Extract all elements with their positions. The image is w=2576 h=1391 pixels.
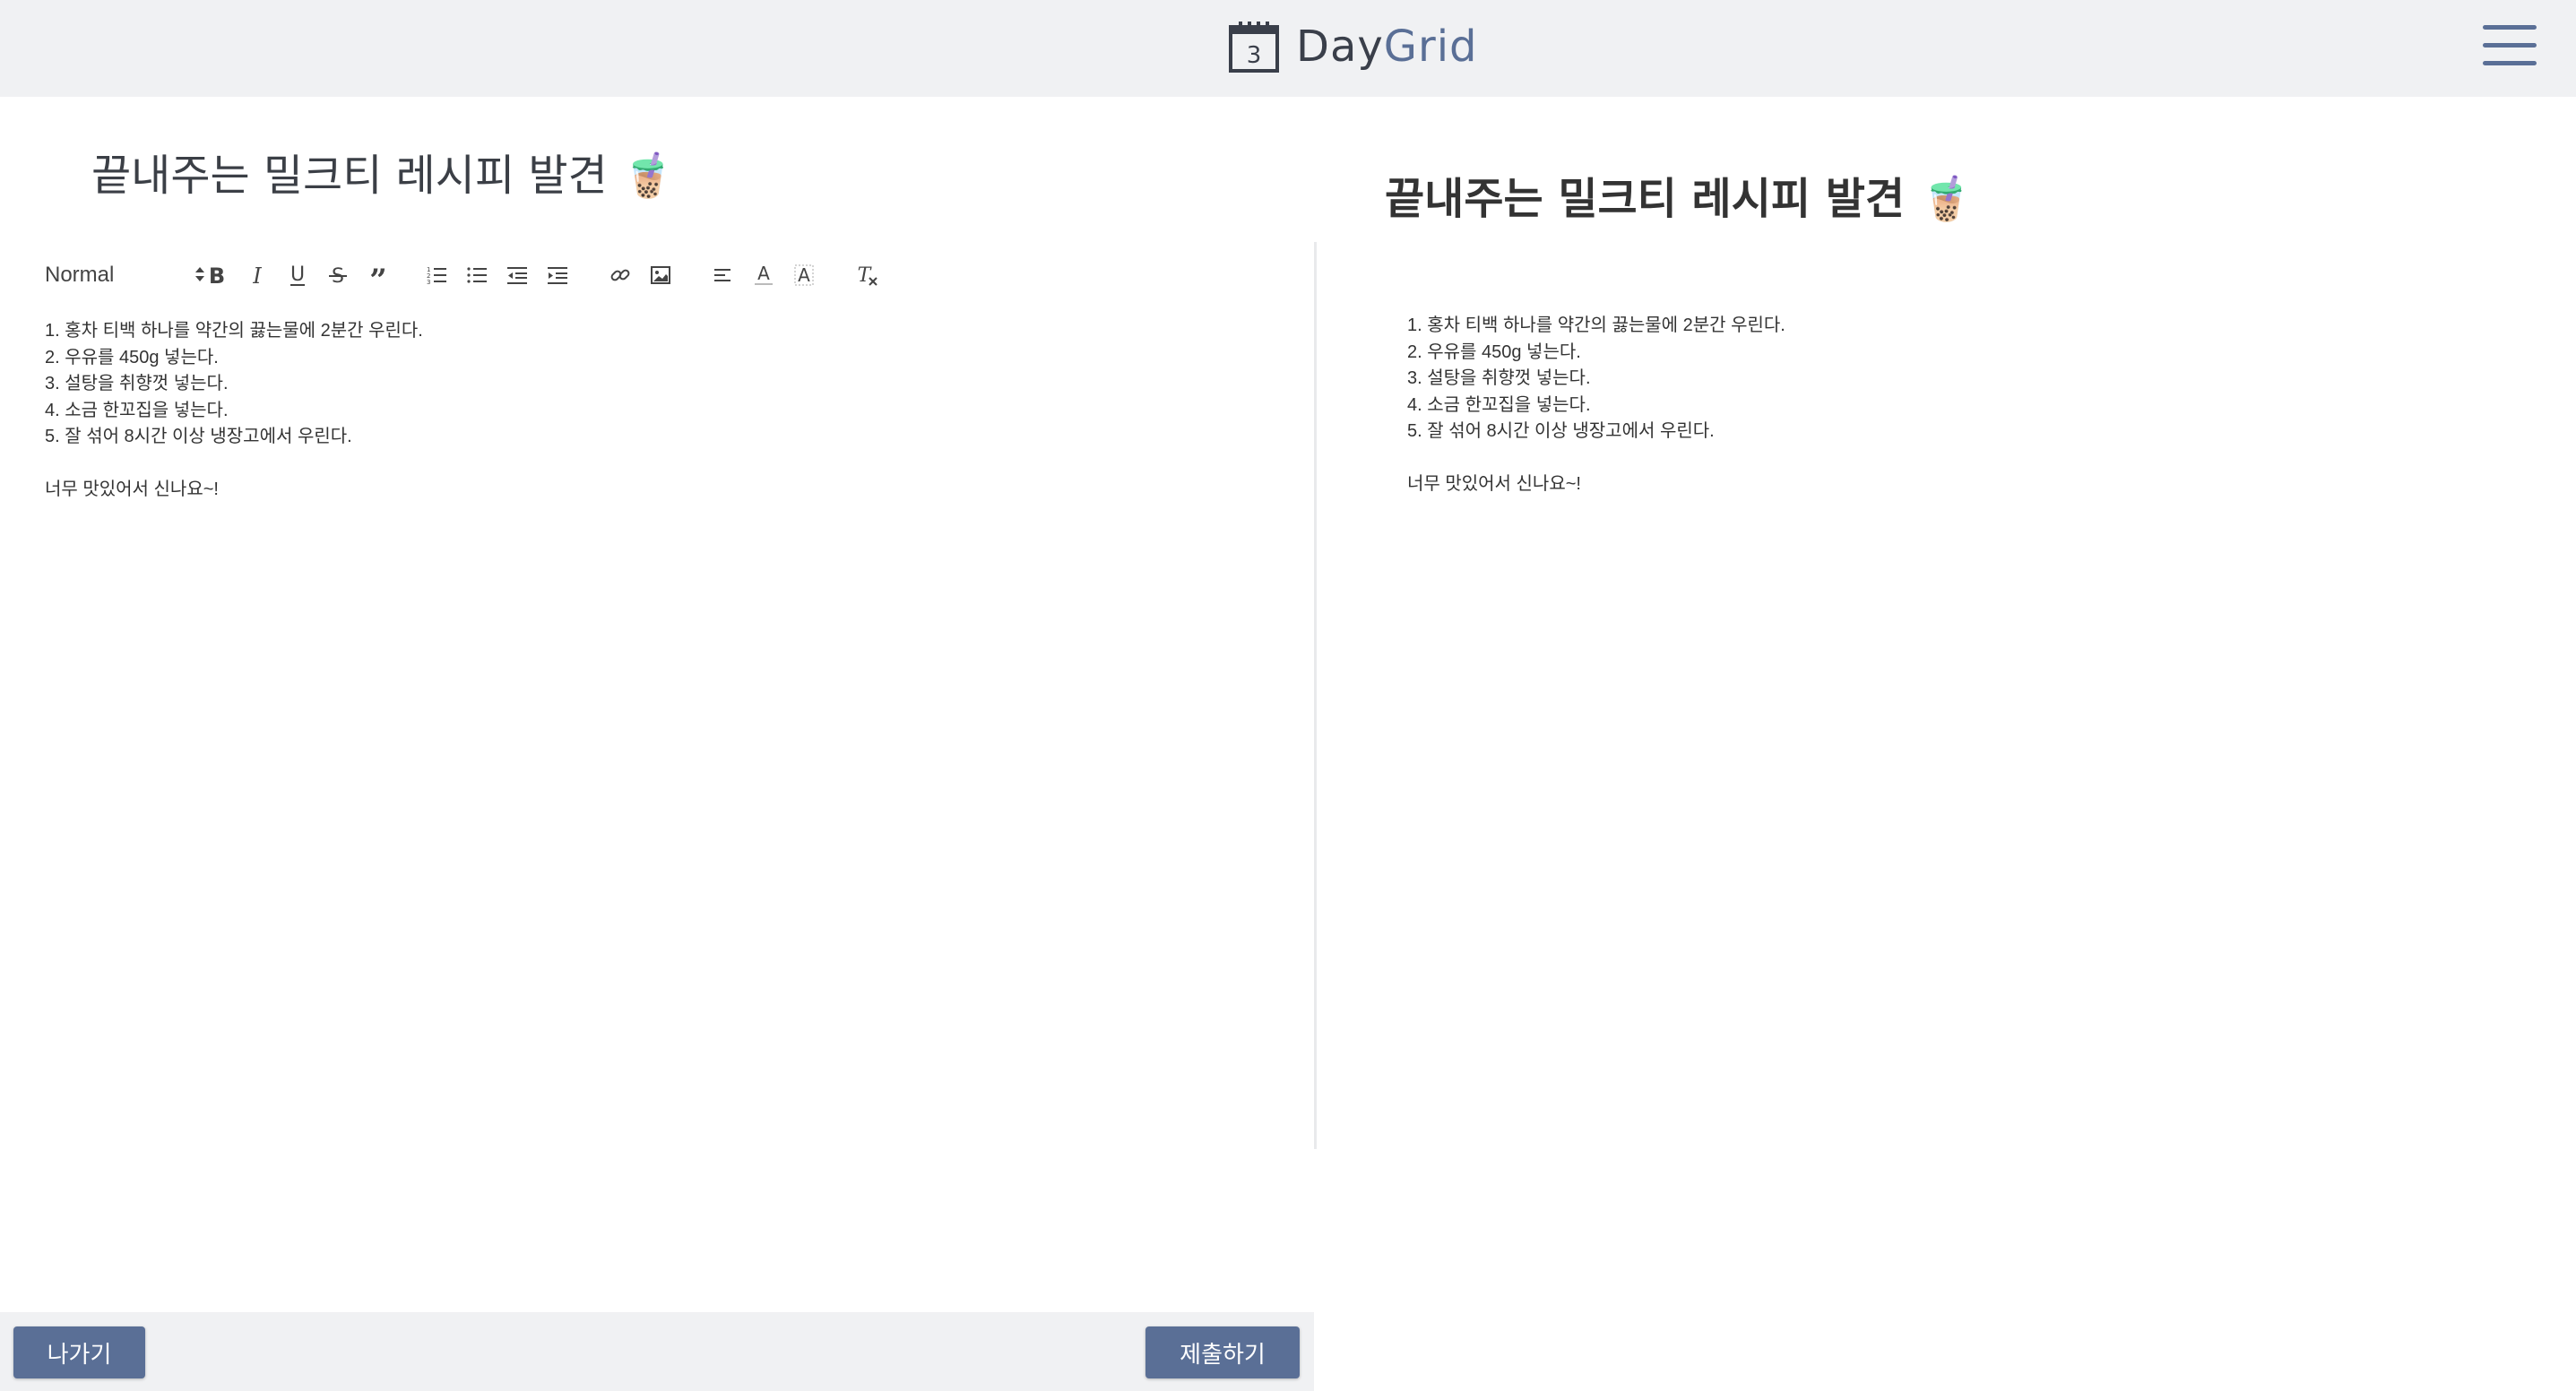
app-logo[interactable]: 3 DayGrid — [1228, 18, 1478, 75]
svg-text:B: B — [209, 264, 225, 287]
submit-button[interactable]: 제출하기 — [1145, 1326, 1300, 1378]
pane-divider — [1314, 242, 1317, 1149]
preview-line: 5. 잘 섞어 8시간 이상 냉장고에서 우린다. — [1407, 421, 1715, 441]
editor-line: 3. 설탕을 취향껏 넣는다. — [45, 374, 229, 393]
logo-text: DayGrid — [1296, 22, 1478, 72]
exit-button[interactable]: 나가기 — [13, 1326, 145, 1378]
italic-icon[interactable]: I — [238, 253, 277, 298]
outdent-icon[interactable] — [497, 253, 537, 298]
svg-text:A: A — [798, 264, 810, 286]
header-format-label: Normal — [45, 263, 115, 287]
preview-line: 4. 소금 한꼬집을 넣는다. — [1407, 394, 1591, 415]
bullet-list-icon[interactable] — [457, 253, 497, 298]
svg-text:3: 3 — [427, 279, 430, 286]
preview-line: 2. 우유를 450g 넣는다. — [1407, 341, 1581, 362]
svg-text:”: ” — [369, 264, 387, 287]
clear-format-icon[interactable]: T — [847, 253, 886, 298]
ordered-list-icon[interactable]: 123 — [417, 253, 456, 298]
editor-closing-line: 너무 맛있어서 신나요~! — [45, 480, 219, 499]
editor-toolbar: Normal B I U S ” 123 A A T — [36, 253, 1309, 298]
editor-line: 4. 소금 한꼬집을 넣는다. — [45, 400, 229, 420]
svg-text:3: 3 — [1247, 42, 1262, 69]
preview-title: 끝내주는 밀크티 레시피 발견 🧋 — [1385, 174, 1974, 224]
post-title-input[interactable] — [90, 134, 1240, 208]
preview-content: 1. 홍차 티백 하나를 약간의 끓는물에 2분간 우린다. 2. 우유를 45… — [1407, 313, 2483, 498]
svg-text:U: U — [290, 264, 305, 286]
underline-icon[interactable]: U — [278, 253, 317, 298]
calendar-logo-icon: 3 — [1228, 20, 1280, 73]
preview-line: 1. 홍차 티백 하나를 약간의 끓는물에 2분간 우린다. — [1407, 315, 1785, 335]
bold-icon[interactable]: B — [197, 253, 237, 298]
editor-line: 2. 우유를 450g 넣는다. — [45, 347, 219, 367]
app-header: 3 DayGrid — [0, 0, 2576, 97]
svg-text:A: A — [757, 264, 770, 284]
strike-icon[interactable]: S — [318, 253, 358, 298]
link-icon[interactable] — [601, 253, 640, 298]
preview-line: 3. 설탕을 취향껏 넣는다. — [1407, 368, 1591, 388]
editor-line: 5. 잘 섞어 8시간 이상 냉장고에서 우린다. — [45, 427, 352, 446]
editor-footer: 나가기 제출하기 — [0, 1312, 1314, 1391]
text-color-icon[interactable]: A — [744, 253, 783, 298]
blockquote-icon[interactable]: ” — [359, 253, 398, 298]
logo-text-day: Day — [1296, 22, 1384, 72]
logo-text-grid: Grid — [1383, 22, 1478, 72]
editor-line: 1. 홍차 티백 하나를 약간의 끓는물에 2분간 우린다. — [45, 321, 423, 341]
align-icon[interactable] — [704, 253, 743, 298]
svg-text:I: I — [252, 264, 262, 287]
image-icon[interactable] — [641, 253, 680, 298]
hamburger-menu-icon[interactable] — [2483, 25, 2537, 70]
preview-closing-line: 너무 맛있어서 신나요~! — [1407, 474, 1581, 494]
background-color-icon[interactable]: A — [784, 253, 824, 298]
indent-icon[interactable] — [538, 253, 577, 298]
editor-content[interactable]: 1. 홍차 티백 하나를 약간의 끓는물에 2분간 우린다. 2. 우유를 45… — [45, 318, 1282, 1214]
header-format-select[interactable]: Normal — [45, 253, 206, 298]
